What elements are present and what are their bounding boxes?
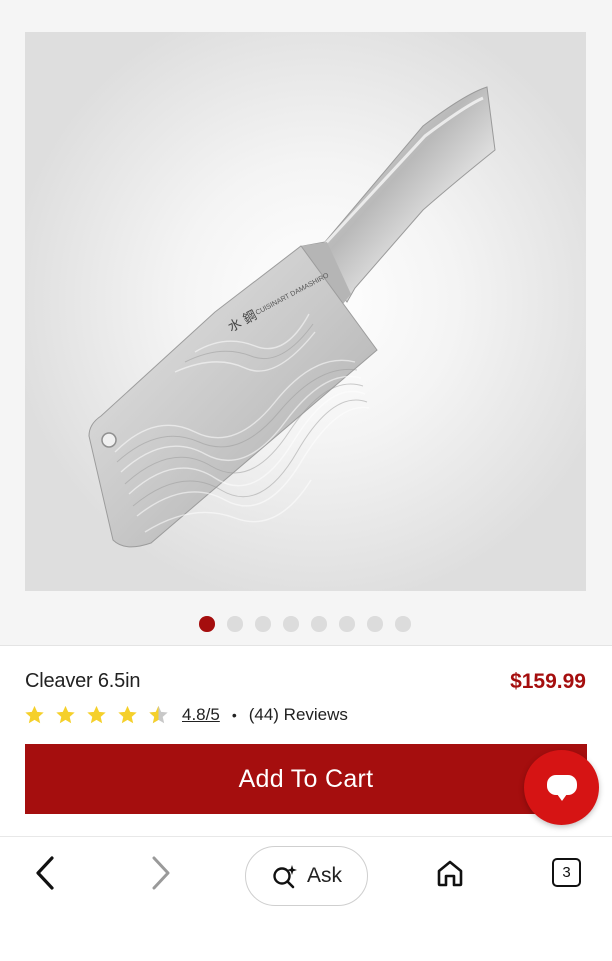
home-button[interactable] — [433, 856, 467, 890]
gallery-dot-4[interactable] — [283, 616, 299, 632]
gallery-pagination — [199, 616, 411, 632]
rating-link[interactable]: 4.8/5 — [182, 705, 220, 725]
gallery-dot-8[interactable] — [395, 616, 411, 632]
home-icon — [437, 860, 463, 887]
reviews-count[interactable]: (44) Reviews — [249, 705, 348, 725]
gallery-dot-3[interactable] — [255, 616, 271, 632]
gallery-dot-7[interactable] — [367, 616, 383, 632]
half-star-icon — [149, 705, 168, 724]
product-gallery: 水 鋼 CUISINART DAMASHIRO — [0, 0, 612, 645]
ask-label: Ask — [306, 864, 342, 887]
product-price: $159.99 — [510, 670, 586, 693]
star-icon — [25, 705, 44, 724]
chat-icon — [546, 774, 577, 801]
ask-button[interactable]: Ask — [245, 846, 368, 906]
back-button[interactable] — [28, 855, 62, 891]
cleaver-image: 水 鋼 CUISINART DAMASHIRO — [88, 86, 496, 548]
rating-separator: • — [231, 707, 237, 723]
product-title: Cleaver 6.5in — [25, 670, 141, 692]
gallery-dot-1[interactable] — [199, 616, 215, 632]
product-image[interactable]: 水 鋼 CUISINART DAMASHIRO — [25, 32, 586, 591]
forward-button[interactable] — [146, 855, 176, 891]
add-to-cart-button[interactable]: Add To Cart — [25, 744, 587, 814]
star-icon — [87, 705, 106, 724]
tabs-button[interactable]: 3 — [552, 858, 581, 887]
gallery-dot-6[interactable] — [339, 616, 355, 632]
ask-sparkle-icon — [273, 865, 297, 889]
rating-row: 4.8/5 • (44) Reviews — [23, 703, 348, 727]
browser-toolbar: Ask 3 — [0, 836, 612, 961]
star-icon — [56, 705, 75, 724]
product-info: Cleaver 6.5in $159.99 4.8/5 • (44) Revie… — [0, 645, 612, 836]
star-rating — [23, 704, 170, 726]
back-arrow-icon — [36, 856, 54, 890]
gallery-dot-5[interactable] — [311, 616, 327, 632]
star-icon — [118, 705, 137, 724]
chat-button[interactable] — [524, 750, 599, 825]
forward-arrow-icon — [152, 856, 170, 890]
gallery-dot-2[interactable] — [227, 616, 243, 632]
